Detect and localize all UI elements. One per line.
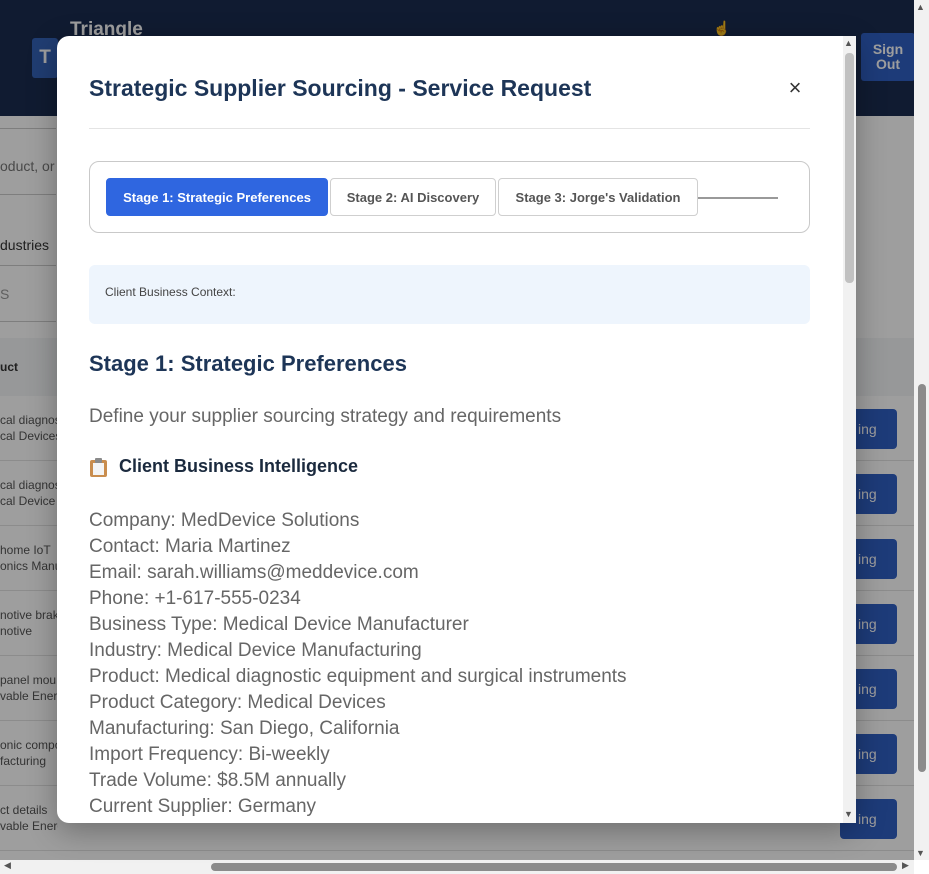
stage-subtitle: Define your supplier sourcing strategy a… [89, 406, 562, 427]
info-line: Product Category: Medical Devices [89, 692, 386, 713]
close-icon[interactable]: × [784, 77, 806, 100]
modal-scroll-up-icon[interactable]: ▲ [844, 38, 853, 48]
service-request-modal: Strategic Supplier Sourcing - Service Re… [57, 36, 856, 823]
scroll-up-arrow-icon[interactable]: ▲ [916, 2, 925, 12]
client-info-list: Company: MedDevice Solutions Contact: Mar… [89, 508, 627, 820]
stage-connector [698, 197, 778, 199]
modal-title: Strategic Supplier Sourcing - Service Re… [89, 75, 592, 101]
info-line: Product: Medical diagnostic equipment an… [89, 666, 627, 687]
intel-heading: Client Business Intelligence [89, 456, 358, 477]
scroll-down-arrow-icon[interactable]: ▼ [916, 848, 925, 858]
modal-scroll-thumb[interactable] [845, 53, 854, 283]
tab-stage-3[interactable]: Stage 3: Jorge's Validation [498, 178, 698, 216]
intel-heading-text: Client Business Intelligence [119, 456, 359, 476]
stage-heading: Stage 1: Strategic Preferences [89, 351, 407, 376]
modal-scroll-down-icon[interactable]: ▼ [844, 809, 853, 819]
page-horizontal-scroll-thumb[interactable] [211, 863, 897, 871]
info-line: Import Frequency: Bi-weekly [89, 744, 330, 765]
tab-stage-2[interactable]: Stage 2: AI Discovery [330, 178, 496, 216]
scroll-left-arrow-icon[interactable]: ◀ [4, 860, 11, 871]
tab-stage-1[interactable]: Stage 1: Strategic Preferences [106, 178, 328, 216]
info-line: Email: sarah.williams@meddevice.com [89, 562, 419, 583]
info-line: Manufacturing: San Diego, California [89, 718, 400, 739]
clipboard-icon [89, 457, 108, 477]
info-line: Phone: +1-617-555-0234 [89, 588, 301, 609]
info-line: Business Type: Medical Device Manufactur… [89, 614, 469, 635]
scroll-right-arrow-icon[interactable]: ▶ [902, 860, 909, 871]
info-line: Company: MedDevice Solutions [89, 510, 360, 531]
info-line: Current Supplier: Germany [89, 796, 317, 817]
context-label: Client Business Context: [105, 285, 236, 299]
divider [89, 128, 810, 129]
client-context-box: Client Business Context: [89, 265, 810, 324]
info-line: Trade Volume: $8.5M annually [89, 770, 347, 791]
stage-stepper: Stage 1: Strategic Preferences Stage 2: … [89, 161, 810, 233]
info-line: Industry: Medical Device Manufacturing [89, 640, 422, 661]
info-line: Contact: Maria Martinez [89, 536, 291, 557]
page-vertical-scroll-thumb[interactable] [918, 384, 926, 772]
